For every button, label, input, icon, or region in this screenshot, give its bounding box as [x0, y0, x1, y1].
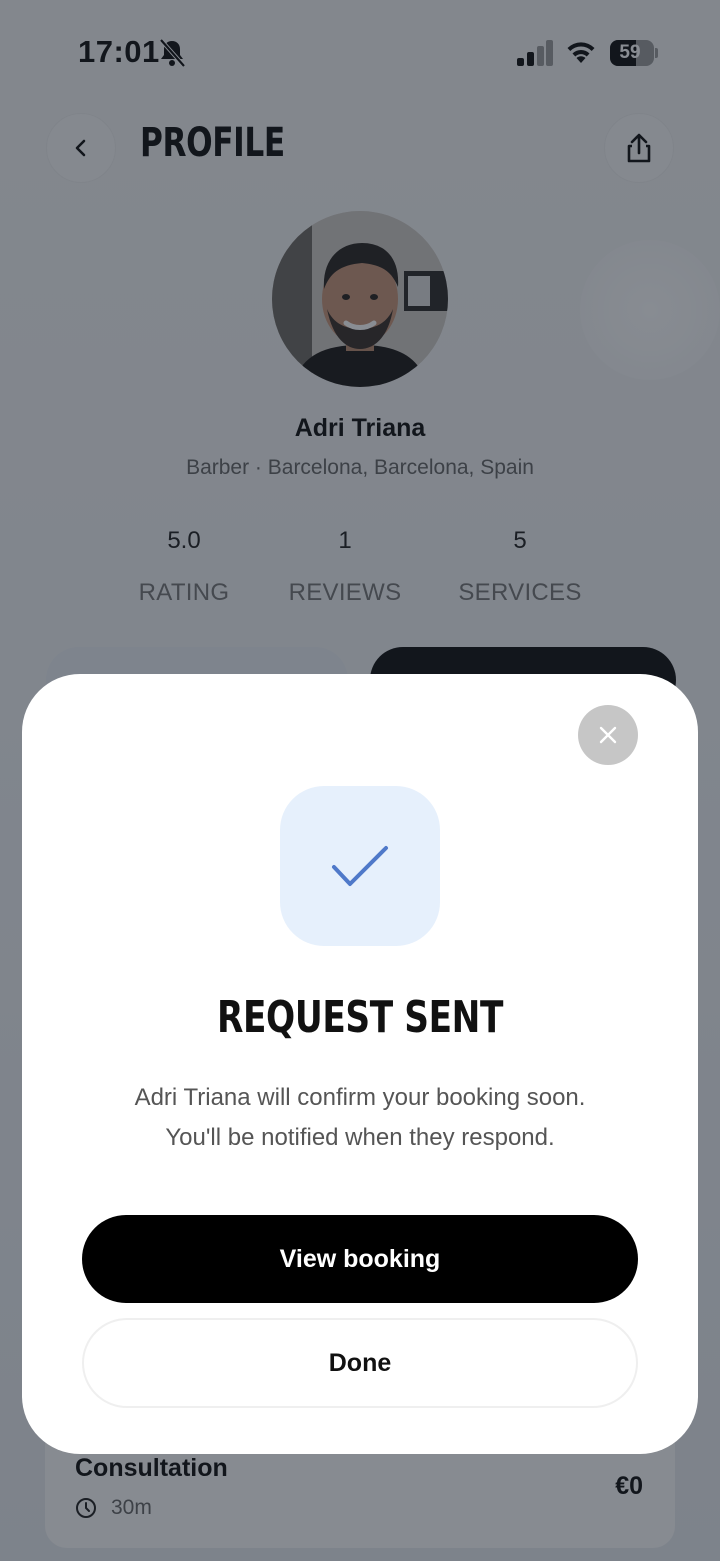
close-icon — [599, 726, 617, 744]
success-badge — [280, 786, 440, 946]
close-button[interactable] — [578, 705, 638, 765]
modal-message-line: Adri Triana will confirm your booking so… — [134, 1084, 586, 1111]
modal-title: REQUEST SENT — [216, 992, 504, 1043]
done-button[interactable]: Done — [82, 1318, 638, 1408]
request-sent-modal: REQUEST SENT Adri Triana will confirm yo… — [22, 674, 698, 1454]
modal-message: Adri Triana will confirm your booking so… — [62, 1078, 658, 1158]
modal-message-line: You'll be notified when they respond. — [165, 1124, 555, 1151]
check-icon — [332, 846, 388, 886]
view-booking-button[interactable]: View booking — [82, 1215, 638, 1303]
